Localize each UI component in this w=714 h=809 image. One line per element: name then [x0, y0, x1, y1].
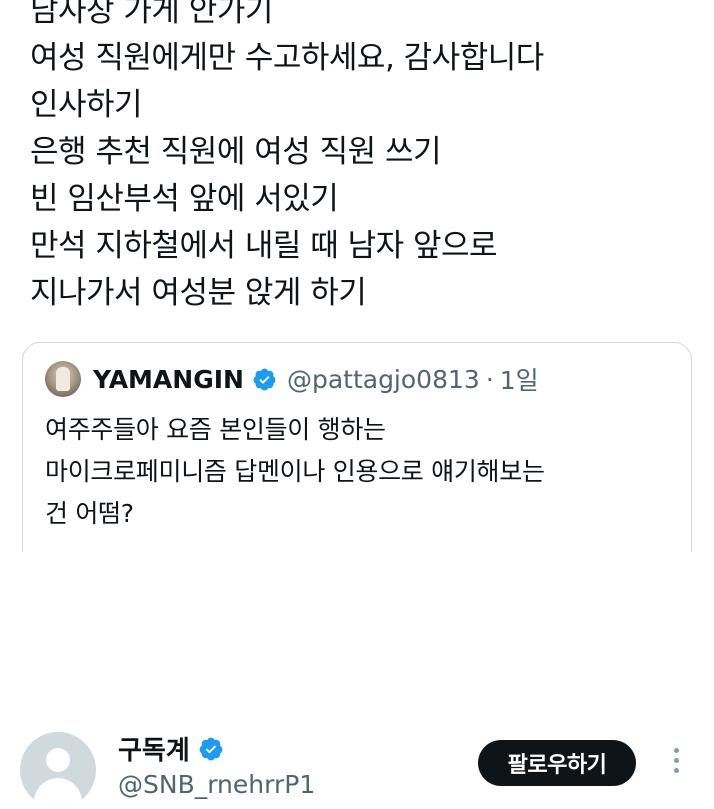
follow-button[interactable]: 팔로우하기 — [478, 740, 636, 786]
tweet-line: 지나가서 여성분 앉게 하기 — [30, 275, 367, 311]
account-avatar[interactable] — [20, 732, 96, 808]
verified-badge-icon — [199, 737, 223, 760]
tweet-line: 만석 지하철에서 내릴 때 남자 앞으로 — [30, 228, 498, 264]
account-handle[interactable]: @SNB_rnehrrP1 — [118, 770, 315, 799]
quoted-text-line: 마이크로페미니즘 답멘이나 인용으로 얘기해보는 — [45, 457, 545, 486]
quoted-author-name[interactable]: YAMANGIN — [93, 365, 244, 394]
tweet-line: 은행 추천 직원에 여성 직원 쓰기 — [30, 134, 442, 170]
tweet-line: 인사하기 — [30, 87, 143, 123]
quoted-author-handle[interactable]: @pattagjo0813 — [287, 365, 480, 394]
quoted-text-line: 여주주들아 요즘 본인들이 행하는 — [45, 415, 386, 444]
quoted-text-line: 건 어떰? — [45, 499, 134, 528]
quoted-tweet-card[interactable]: YAMANGIN @pattagjo0813 · 1일 여주주들아 요즘 본인들… — [22, 342, 692, 552]
quoted-tweet-header: YAMANGIN @pattagjo0813 · 1일 — [45, 361, 539, 397]
verified-badge-icon — [253, 368, 276, 390]
default-avatar-head-icon — [46, 748, 70, 772]
tweet-line: 빈 임산부석 앞에 서있기 — [30, 181, 339, 217]
default-avatar-body-icon — [34, 778, 82, 808]
more-vertical-icon[interactable] — [668, 748, 684, 778]
quoted-author-avatar[interactable] — [45, 361, 81, 397]
quoted-tweet-text: 여주주들아 요즘 본인들이 행하는 마이크로페미니즘 답멘이나 인용으로 얘기해… — [45, 409, 685, 535]
account-row: 구독계 @SNB_rnehrrP1 팔로우하기 — [0, 722, 714, 809]
tweet-text: 남사장 가게 안가기 여성 직원에게만 수고하세요, 감사합니다 인사하기 은행… — [30, 0, 690, 317]
separator-dot: · — [485, 364, 494, 394]
account-name-row: 구독계 — [118, 730, 234, 767]
account-name[interactable]: 구독계 — [118, 730, 190, 767]
tweet-line: 남사장 가게 안가기 — [30, 0, 273, 29]
quoted-tweet-time[interactable]: 1일 — [500, 361, 539, 397]
tweet-line: 여성 직원에게만 수고하세요, 감사합니다 — [30, 40, 544, 76]
